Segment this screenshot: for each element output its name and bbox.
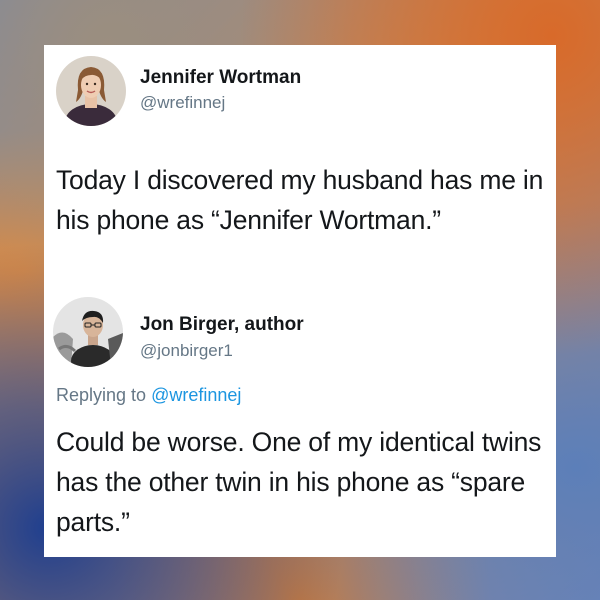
replying-to-line: Replying to @wrefinnej	[56, 385, 241, 406]
reply-tweet-text: Could be worse. One of my identical twin…	[56, 427, 542, 537]
author-name[interactable]: Jennifer Wortman	[140, 67, 301, 89]
avatar-jennifer-wortman[interactable]	[56, 56, 126, 126]
tweet-card: Jennifer Wortman @wrefinnej Today I disc…	[44, 45, 556, 557]
reply-author-handle[interactable]: @jonbirger1	[140, 341, 233, 361]
reply-author-name[interactable]: Jon Birger, author	[140, 314, 304, 336]
author-handle[interactable]: @wrefinnej	[140, 93, 225, 113]
tweet-text: Today I discovered my husband has me in …	[56, 165, 544, 235]
avatar-jon-birger[interactable]	[53, 297, 123, 367]
replying-to-mention-link[interactable]: @wrefinnej	[151, 385, 241, 405]
replying-to-label: Replying to	[56, 385, 147, 405]
